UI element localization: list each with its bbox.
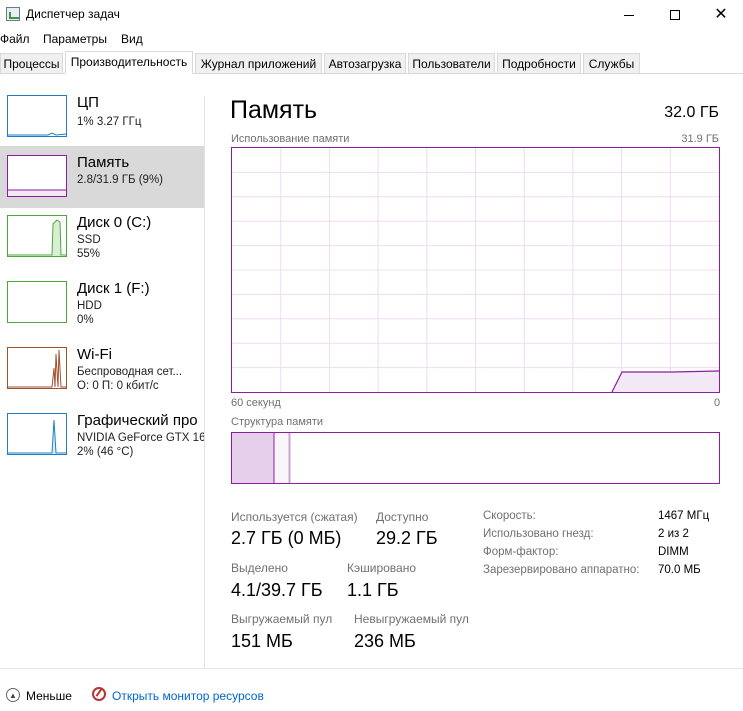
paged-pool-label: Выгружаемый пул xyxy=(231,612,333,626)
memory-structure-bar xyxy=(231,432,720,484)
x-axis-right-label: 0 xyxy=(714,397,721,409)
sidebar-item-title: Wi-Fi xyxy=(77,346,112,363)
resource-monitor-icon[interactable] xyxy=(92,687,106,701)
cpu-thumbnail-graph xyxy=(7,95,67,137)
sidebar-item-disk-0[interactable]: Диск 0 (C:) SSD 55% xyxy=(0,210,204,272)
title-bar: Диспетчер задач ✕ xyxy=(0,0,743,30)
sidebar-item-cpu[interactable]: ЦП 1% 3.27 ГГц xyxy=(0,90,204,152)
sidebar-item-gpu[interactable]: Графический про NVIDIA GeForce GTX 166 2… xyxy=(0,408,204,470)
sidebar-item-detail: SSD xyxy=(77,234,101,246)
sidebar-item-detail: 55% xyxy=(77,248,101,260)
maximize-button[interactable] xyxy=(652,0,698,30)
paged-pool-value: 151 МБ xyxy=(231,631,293,651)
menu-bar: Файл Параметры Вид xyxy=(0,30,743,50)
hardware-reserved-label: Зарезервировано аппаратно: xyxy=(483,564,640,576)
footer-bar: ▲ Меньше Открыть монитор ресурсов xyxy=(0,668,743,711)
maximize-icon xyxy=(670,10,680,20)
sidebar-item-detail: 0% xyxy=(77,314,94,326)
menu-file[interactable]: Файл xyxy=(0,32,30,46)
memory-total: 32.0 ГБ xyxy=(664,104,719,121)
tab-processes[interactable]: Процессы xyxy=(0,53,63,73)
disk-1-thumbnail-graph xyxy=(7,281,67,323)
structure-modified-segment xyxy=(275,433,289,483)
sidebar-item-title: Графический про xyxy=(77,412,198,429)
available-value: 29.2 ГБ xyxy=(376,528,438,548)
nonpaged-pool-label: Невыгружаемый пул xyxy=(354,612,469,626)
sidebar-item-detail: 2% (46 °C) xyxy=(77,446,134,458)
minimize-icon xyxy=(624,14,634,16)
tab-bar: Процессы Производительность Журнал прило… xyxy=(0,51,743,74)
page-title: Память xyxy=(230,96,318,124)
speed-value: 1467 МГц xyxy=(658,510,710,522)
task-manager-icon xyxy=(6,7,20,21)
memory-usage-graph-svg xyxy=(232,148,720,393)
nonpaged-pool-value: 236 МБ xyxy=(354,631,416,651)
resource-sidebar: ЦП 1% 3.27 ГГц Память 2.8/31.9 ГБ (9%) Д… xyxy=(0,80,204,668)
form-factor-value: DIMM xyxy=(658,546,689,558)
sidebar-item-disk-1[interactable]: Диск 1 (F:) HDD 0% xyxy=(0,276,204,338)
disk-0-thumbnail-graph xyxy=(7,215,67,257)
open-resource-monitor-link[interactable]: Открыть монитор ресурсов xyxy=(112,689,264,703)
close-icon: ✕ xyxy=(714,6,728,23)
cached-value: 1.1 ГБ xyxy=(347,580,399,600)
sidebar-item-detail: О: 0 П: 0 кбит/с xyxy=(77,380,159,392)
slots-used-value: 2 из 2 xyxy=(658,528,689,540)
available-label: Доступно xyxy=(376,510,429,524)
usage-chart-label: Использование памяти xyxy=(231,133,350,145)
sidebar-item-title: ЦП xyxy=(77,94,99,111)
memory-usage-graph xyxy=(231,147,720,393)
window-title: Диспетчер задач xyxy=(26,7,120,21)
memory-thumbnail-graph xyxy=(7,155,67,197)
tab-performance[interactable]: Производительность xyxy=(65,51,193,74)
sidebar-item-detail: 1% 3.27 ГГц xyxy=(77,116,142,128)
menu-options[interactable]: Параметры xyxy=(43,32,107,46)
committed-value: 4.1/39.7 ГБ xyxy=(231,580,323,600)
menu-view[interactable]: Вид xyxy=(121,32,143,46)
cached-label: Кэшировано xyxy=(347,561,417,575)
in-use-value: 2.7 ГБ (0 МБ) xyxy=(231,528,342,548)
form-factor-label: Форм-фактор: xyxy=(483,546,559,558)
sidebar-item-detail: NVIDIA GeForce GTX 166 xyxy=(77,432,204,444)
close-button[interactable]: ✕ xyxy=(698,0,743,30)
minimize-button[interactable] xyxy=(606,0,652,30)
sidebar-item-detail: 2.8/31.9 ГБ (9%) xyxy=(77,174,164,186)
committed-label: Выделено xyxy=(231,561,288,575)
sidebar-item-memory[interactable]: Память 2.8/31.9 ГБ (9%) xyxy=(0,146,204,208)
sidebar-item-detail: Беспроводная сет... xyxy=(77,366,183,378)
tab-startup[interactable]: Автозагрузка xyxy=(324,53,406,73)
sidebar-item-detail: HDD xyxy=(77,300,102,312)
sidebar-item-title: Диск 0 (C:) xyxy=(77,214,152,231)
sidebar-item-wifi[interactable]: Wi-Fi Беспроводная сет... О: 0 П: 0 кбит… xyxy=(0,342,204,404)
structure-chart-label: Структура памяти xyxy=(231,416,324,428)
sidebar-item-title: Память xyxy=(77,154,130,171)
sidebar-divider xyxy=(204,96,205,668)
speed-label: Скорость: xyxy=(483,510,536,522)
slots-used-label: Использовано гнезд: xyxy=(483,528,594,540)
sidebar-item-title: Диск 1 (F:) xyxy=(77,280,150,297)
x-axis-left-label: 60 секунд xyxy=(231,397,281,409)
usage-chart-max: 31.9 ГБ xyxy=(681,133,719,145)
tab-app-history[interactable]: Журнал приложений xyxy=(195,53,322,73)
hardware-reserved-value: 70.0 МБ xyxy=(658,564,701,576)
in-use-label: Используется (сжатая) xyxy=(231,510,358,524)
gpu-thumbnail-graph xyxy=(7,413,67,455)
wifi-thumbnail-graph xyxy=(7,347,67,389)
tab-users[interactable]: Пользователи xyxy=(408,53,495,73)
tab-services[interactable]: Службы xyxy=(583,53,640,73)
structure-in-use-segment xyxy=(232,433,274,483)
fewer-details-button[interactable]: Меньше xyxy=(26,689,72,703)
chevron-up-icon[interactable]: ▲ xyxy=(6,688,20,702)
tab-details[interactable]: Подробности xyxy=(497,53,581,73)
